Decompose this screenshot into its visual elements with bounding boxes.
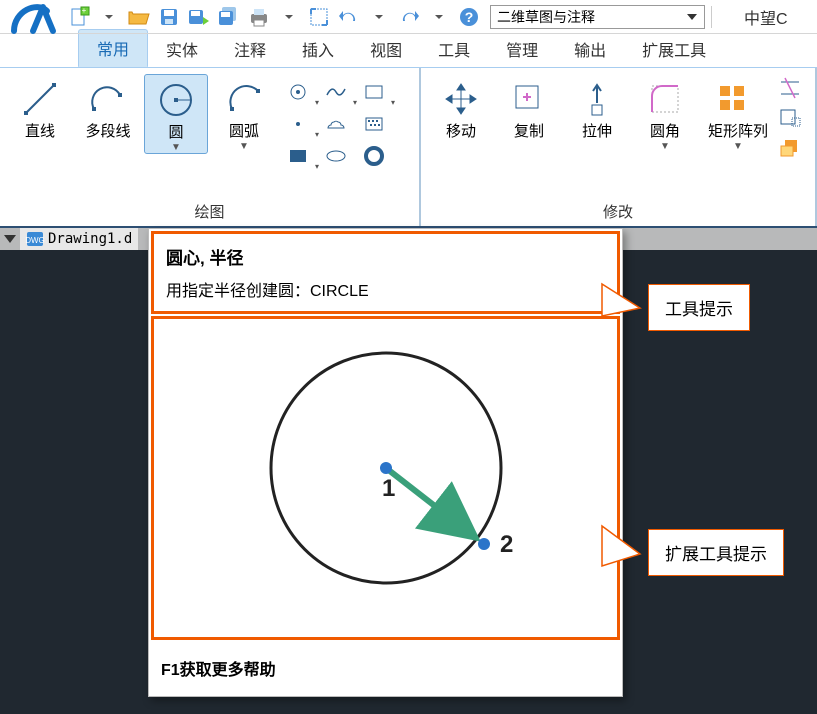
circle-button[interactable]: 圆 ▼ bbox=[144, 74, 208, 154]
polyline-button[interactable]: 多段线 bbox=[76, 74, 140, 139]
tab-insert[interactable]: 插入 bbox=[284, 31, 352, 67]
callout-tooltip-label: 工具提示 bbox=[648, 284, 750, 331]
saveall-button[interactable] bbox=[214, 2, 244, 32]
hatch-pattern-icon[interactable] bbox=[356, 110, 392, 138]
panel-modify-title: 修改 bbox=[421, 199, 815, 226]
arc-button[interactable]: 圆弧 ▼ bbox=[212, 74, 276, 152]
tab-output[interactable]: 输出 bbox=[556, 31, 624, 67]
tab-manage[interactable]: 管理 bbox=[488, 31, 556, 67]
line-label: 直线 bbox=[25, 124, 55, 139]
rectarray-label: 矩形阵列 bbox=[708, 124, 768, 139]
panel-draw-title: 绘图 bbox=[0, 199, 419, 226]
copy-button[interactable]: 复制 bbox=[497, 74, 561, 139]
qat-dropdown-4[interactable] bbox=[424, 2, 454, 32]
plot-preview-button[interactable] bbox=[304, 2, 334, 32]
point-icon[interactable]: ▾ bbox=[280, 110, 316, 138]
tab-home[interactable]: 常用 bbox=[78, 29, 148, 67]
tooltip-title: 圆心, 半径 bbox=[166, 244, 605, 269]
chevron-down-icon: ▼ bbox=[171, 142, 181, 153]
copy-label: 复制 bbox=[514, 124, 544, 139]
new-file-button[interactable]: + bbox=[64, 2, 94, 32]
tooltip-popup: 圆心, 半径 用指定半径创建圆：CIRCLE 1 2 F1获取更多帮助 bbox=[148, 228, 623, 697]
open-file-button[interactable] bbox=[124, 2, 154, 32]
polyline-label: 多段线 bbox=[85, 124, 130, 139]
circle-label: 圆 bbox=[168, 125, 183, 140]
chevron-down-icon: ▼ bbox=[239, 141, 249, 152]
tab-solid[interactable]: 实体 bbox=[148, 31, 216, 67]
donut-icon[interactable] bbox=[356, 142, 392, 170]
diagram-label-2: 2 bbox=[500, 531, 513, 558]
quick-access-toolbar: + ? 中望C bbox=[0, 0, 817, 34]
tooltip-illustration: 1 2 bbox=[151, 316, 620, 640]
panel-draw: 直线 多段线 圆 ▼ 圆弧 ▼ ▾ ▾ ▾ ▾ bbox=[0, 68, 421, 226]
revcloud-icon[interactable] bbox=[318, 110, 354, 138]
line-button[interactable]: 直线 bbox=[8, 74, 72, 139]
fillet-label: 圆角 bbox=[650, 124, 680, 139]
callout-tooltip: 工具提示 bbox=[600, 282, 750, 332]
diagram-label-1: 1 bbox=[382, 475, 395, 502]
tooltip-description: 用指定半径创建圆：CIRCLE bbox=[166, 277, 605, 301]
tab-tools[interactable]: 工具 bbox=[420, 31, 488, 67]
tab-ext[interactable]: 扩展工具 bbox=[624, 31, 724, 67]
ribbon: 直线 多段线 圆 ▼ 圆弧 ▼ ▾ ▾ ▾ ▾ bbox=[0, 68, 817, 228]
app-logo[interactable] bbox=[4, 0, 64, 33]
redo-button[interactable] bbox=[394, 2, 424, 32]
hatch-solid-icon[interactable]: ▾ bbox=[280, 142, 316, 170]
workspace-dropdown[interactable] bbox=[490, 5, 705, 29]
panel-modify: 移动 复制 拉伸 圆角 ▼ 矩形阵列 ▼ bbox=[421, 68, 817, 226]
print-button[interactable] bbox=[244, 2, 274, 32]
chevron-down-icon: ▼ bbox=[733, 141, 743, 152]
spline-icon[interactable]: ▾ bbox=[318, 78, 354, 106]
svg-text:?: ? bbox=[465, 9, 474, 25]
ellipse-icon[interactable] bbox=[318, 142, 354, 170]
qat-dropdown-1[interactable] bbox=[94, 2, 124, 32]
bring-front-icon[interactable] bbox=[779, 138, 807, 162]
move-button[interactable]: 移动 bbox=[429, 74, 493, 139]
svg-text:DWG: DWG bbox=[25, 236, 45, 245]
tooltip-header: 圆心, 半径 用指定半径创建圆：CIRCLE bbox=[151, 231, 620, 314]
document-tab[interactable]: DWG Drawing1.d bbox=[20, 228, 138, 250]
document-icon: DWG bbox=[26, 231, 44, 247]
fillet-button[interactable]: 圆角 ▼ bbox=[633, 74, 697, 152]
chevron-down-icon: ▼ bbox=[660, 141, 670, 152]
trim-icon[interactable] bbox=[779, 78, 807, 102]
svg-text:+: + bbox=[82, 6, 87, 15]
stretch-label: 拉伸 bbox=[582, 124, 612, 139]
qat-dropdown-2[interactable] bbox=[274, 2, 304, 32]
callout-ext-label: 扩展工具提示 bbox=[648, 529, 784, 576]
draw-smallgrid: ▾ ▾ ▾ ▾ ▾ bbox=[280, 74, 392, 170]
callout-ext-tooltip: 扩展工具提示 bbox=[600, 522, 784, 582]
extend-icon[interactable] bbox=[779, 108, 807, 132]
arc-label: 圆弧 bbox=[229, 124, 259, 139]
tooltip-footer: F1获取更多帮助 bbox=[149, 642, 622, 696]
rectarray-button[interactable]: 矩形阵列 ▼ bbox=[701, 74, 775, 152]
app-brand-text: 中望C bbox=[744, 5, 788, 29]
ribbon-tabs: 常用 实体 注释 插入 视图 工具 管理 输出 扩展工具 bbox=[0, 34, 817, 68]
saveas-button[interactable] bbox=[184, 2, 214, 32]
save-button[interactable] bbox=[154, 2, 184, 32]
stretch-button[interactable]: 拉伸 bbox=[565, 74, 629, 139]
help-button[interactable]: ? bbox=[454, 2, 484, 32]
rectangle-icon[interactable]: ▾ bbox=[356, 78, 392, 106]
qat-dropdown-3[interactable] bbox=[364, 2, 394, 32]
undo-button[interactable] bbox=[334, 2, 364, 32]
ellipse-center-icon[interactable]: ▾ bbox=[280, 78, 316, 106]
doc-tab-menu-icon[interactable] bbox=[4, 235, 16, 243]
move-label: 移动 bbox=[446, 124, 476, 139]
tab-annotate[interactable]: 注释 bbox=[216, 31, 284, 67]
tab-view[interactable]: 视图 bbox=[352, 31, 420, 67]
document-name: Drawing1.d bbox=[48, 231, 132, 247]
